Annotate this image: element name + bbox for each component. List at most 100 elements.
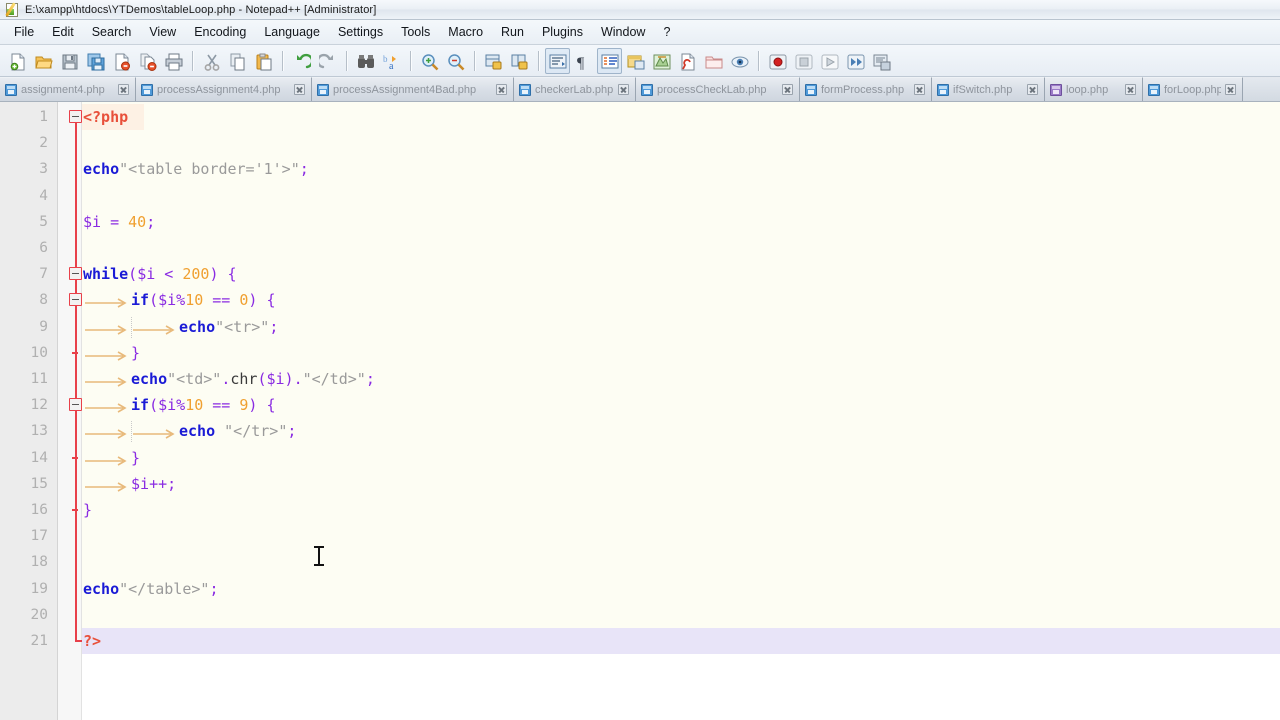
menu-edit[interactable]: Edit [43, 22, 83, 43]
tab-document-icon [5, 83, 17, 96]
code-lines-container[interactable]: 1 <?php 2 3 echo"<table border='1'>"; 4 5 $i = … [0, 102, 1280, 720]
tab-document-icon [641, 83, 653, 96]
open-folder-icon[interactable] [31, 48, 56, 74]
menu-help[interactable]: ? [654, 22, 679, 43]
tab-close-icon[interactable] [118, 84, 129, 95]
toolbar-separator [758, 50, 760, 71]
tab-close-icon[interactable] [1125, 84, 1136, 95]
menu-tools[interactable]: Tools [392, 22, 439, 43]
code-line[interactable]: 15 $i++; [0, 471, 1280, 497]
code-line[interactable]: 17 [0, 523, 1280, 549]
code-line[interactable]: 6 [0, 235, 1280, 261]
cut-scissors-icon[interactable] [199, 48, 224, 74]
menu-search[interactable]: Search [83, 22, 141, 43]
line-number: 15 [30, 475, 48, 492]
macro-stop-icon[interactable] [791, 48, 816, 74]
menu-language[interactable]: Language [255, 22, 329, 43]
monitoring-eye-icon[interactable] [727, 48, 752, 74]
code-line[interactable]: 21 ?> [0, 628, 1280, 655]
menu-file[interactable]: File [5, 22, 43, 43]
line-number: 6 [39, 240, 48, 256]
line-number: 20 [30, 606, 48, 623]
sync-vertical-icon[interactable] [481, 48, 506, 74]
tab-close-icon[interactable] [618, 84, 629, 95]
tab-label: assignment4.php [21, 83, 105, 96]
copy-icon[interactable] [225, 48, 250, 74]
zoom-out-icon[interactable] [443, 48, 468, 74]
indent-guide-icon[interactable] [597, 47, 622, 74]
code-line[interactable]: 16} [0, 497, 1280, 523]
menu-window[interactable]: Window [592, 22, 654, 43]
doc-map-icon[interactable] [649, 48, 674, 74]
toolbar-separator [538, 50, 540, 71]
find-binoculars-icon[interactable] [353, 48, 378, 74]
word-wrap-icon[interactable] [545, 47, 570, 74]
code-line[interactable]: 3 echo"<table border='1'>"; [0, 156, 1280, 182]
tab-label: loop.php [1066, 83, 1109, 96]
tab-loop-php[interactable]: loop.php [1045, 77, 1143, 101]
tab-checkerLab-php[interactable]: checkerLab.php [514, 77, 636, 101]
code-line[interactable]: 1 <?php [0, 104, 1280, 131]
tab-label: ifSwitch.php [953, 83, 1013, 96]
tab-close-icon[interactable] [914, 84, 925, 95]
code-line[interactable]: 18 [0, 549, 1280, 575]
tab-ifSwitch-php[interactable]: ifSwitch.php [932, 77, 1045, 101]
tab-processAssignment4-php[interactable]: processAssignment4.php [136, 77, 312, 101]
paste-icon[interactable] [251, 48, 276, 74]
indent-guide [131, 421, 132, 443]
macro-playmulti-icon[interactable] [843, 48, 868, 74]
code-line[interactable]: 13 echo "</tr>"; [0, 418, 1280, 444]
tab-close-icon[interactable] [1027, 84, 1038, 95]
menu-run[interactable]: Run [492, 22, 533, 43]
tab-close-icon[interactable] [782, 84, 793, 95]
menu-settings[interactable]: Settings [329, 22, 392, 43]
menu-view[interactable]: View [140, 22, 185, 43]
replace-icon[interactable]: ba [379, 48, 404, 74]
close-all-files-icon[interactable] [135, 48, 160, 74]
print-icon[interactable] [161, 48, 186, 74]
menu-macro[interactable]: Macro [439, 22, 492, 43]
tab-label: processAssignment4.php [157, 83, 281, 96]
undo-icon[interactable] [289, 48, 314, 74]
close-file-icon[interactable] [109, 48, 134, 74]
macro-save-icon[interactable] [869, 48, 894, 74]
save-all-icon[interactable] [83, 48, 108, 74]
code-line[interactable]: 9 echo"<tr>"; [0, 314, 1280, 340]
code-line[interactable]: 19 echo"</table>"; [0, 576, 1280, 602]
code-line-text: if($i%10 == 9) { [131, 396, 276, 415]
folder-workspace-icon[interactable] [701, 48, 726, 74]
line-number: 4 [39, 187, 48, 204]
tab-processCheckLab-php[interactable]: processCheckLab.php [636, 77, 800, 101]
macro-play-icon[interactable] [817, 48, 842, 74]
tab-close-icon[interactable] [294, 84, 305, 95]
show-all-chars-icon[interactable]: ¶ [571, 48, 596, 74]
code-line[interactable]: 5 $i = 40; [0, 209, 1280, 235]
code-line[interactable]: 4 [0, 183, 1280, 209]
sync-horizontal-icon[interactable] [507, 48, 532, 74]
menu-encoding[interactable]: Encoding [185, 22, 255, 43]
code-line[interactable]: 2 [0, 130, 1280, 156]
zoom-in-icon[interactable] [417, 48, 442, 74]
save-icon[interactable] [57, 48, 82, 74]
redo-icon[interactable] [315, 48, 340, 74]
code-line[interactable]: 20 [0, 602, 1280, 628]
tab-formProcess-php[interactable]: formProcess.php [800, 77, 932, 101]
code-line[interactable]: 12 if($i%10 == 9) { [0, 392, 1280, 418]
user-dialog-icon[interactable] [623, 48, 648, 74]
tab-document-icon [1050, 83, 1062, 96]
tab-processAssignment4Bad-php[interactable]: processAssignment4Bad.php [312, 77, 514, 101]
code-line[interactable]: 8 if($i%10 == 0) { [0, 287, 1280, 313]
function-list-icon[interactable] [675, 48, 700, 74]
code-line[interactable]: 7 while($i < 200) { [0, 261, 1280, 287]
tab-forLoop-php[interactable]: forLoop.php [1143, 77, 1243, 101]
code-editor[interactable]: 1 <?php 2 3 echo"<table border='1'>"; 4 5 $i = … [0, 102, 1280, 720]
tab-assignment4-php[interactable]: assignment4.php [0, 77, 136, 101]
new-file-icon[interactable] [5, 48, 30, 74]
tab-close-icon[interactable] [496, 84, 507, 95]
tab-close-icon[interactable] [1225, 84, 1236, 95]
menu-plugins[interactable]: Plugins [533, 22, 592, 43]
macro-record-icon[interactable] [765, 48, 790, 74]
code-line[interactable]: 10} [0, 340, 1280, 366]
code-line[interactable]: 14} [0, 445, 1280, 471]
code-line[interactable]: 11 echo"<td>".chr($i)."</td>"; [0, 366, 1280, 392]
